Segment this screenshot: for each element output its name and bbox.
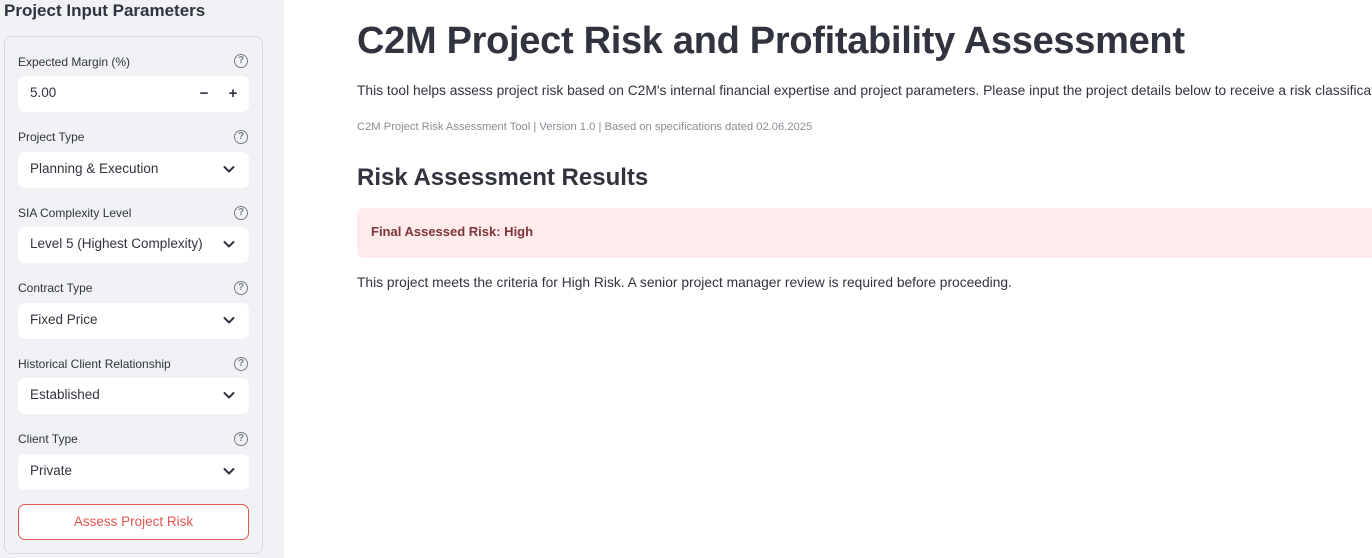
risk-alert: Final Assessed Risk: High <box>357 208 1372 258</box>
sidebar: Project Input Parameters Expected Margin… <box>0 0 284 558</box>
input-form: Expected Margin (%) ? 5.00 − + Project T… <box>4 36 263 554</box>
intro-text: This tool helps assess project risk base… <box>357 83 1372 98</box>
page-title: C2M Project Risk and Profitability Asses… <box>357 20 1185 62</box>
sia-complexity-select[interactable]: Level 5 (Highest Complexity) <box>18 227 249 263</box>
version-caption: C2M Project Risk Assessment Tool | Versi… <box>357 121 813 133</box>
contract-type-label: Contract Type <box>18 281 93 295</box>
result-message: This project meets the criteria for High… <box>357 275 1012 290</box>
assess-project-risk-button[interactable]: Assess Project Risk <box>18 504 249 540</box>
increment-button[interactable]: + <box>220 80 246 108</box>
expected-margin-input[interactable]: 5.00 − + <box>18 76 249 112</box>
help-circle-icon[interactable]: ? <box>234 357 248 371</box>
contract-type-select[interactable]: Fixed Price <box>18 303 249 339</box>
sidebar-title: Project Input Parameters <box>4 1 206 20</box>
help-circle-icon[interactable]: ? <box>234 206 248 220</box>
project-type-select[interactable]: Planning & Execution <box>18 152 249 188</box>
client-type-select[interactable]: Private <box>18 454 249 490</box>
client-relationship-value: Established <box>30 387 100 402</box>
help-circle-icon[interactable]: ? <box>234 432 248 446</box>
help-circle-icon[interactable]: ? <box>234 281 248 295</box>
sia-complexity-label: SIA Complexity Level <box>18 206 132 220</box>
project-type-label: Project Type <box>18 130 85 144</box>
client-relationship-select[interactable]: Established <box>18 378 249 414</box>
client-type-value: Private <box>30 463 73 478</box>
client-type-label: Client Type <box>18 432 78 446</box>
expected-margin-label: Expected Margin (%) <box>18 55 131 69</box>
expected-margin-value[interactable]: 5.00 <box>30 85 56 100</box>
chevron-down-icon <box>223 166 235 173</box>
client-relationship-label: Historical Client Relationship <box>18 357 171 371</box>
chevron-down-icon <box>223 392 235 399</box>
sia-complexity-value: Level 5 (Highest Complexity) <box>30 236 203 251</box>
decrement-button[interactable]: − <box>191 80 217 108</box>
contract-type-value: Fixed Price <box>30 312 98 327</box>
chevron-down-icon <box>223 241 235 248</box>
help-circle-icon[interactable]: ? <box>234 54 248 68</box>
chevron-down-icon <box>223 317 235 324</box>
help-circle-icon[interactable]: ? <box>234 130 248 144</box>
chevron-down-icon <box>223 468 235 475</box>
project-type-value: Planning & Execution <box>30 161 159 176</box>
results-heading: Risk Assessment Results <box>357 164 649 191</box>
main-content: C2M Project Risk and Profitability Asses… <box>357 0 1372 558</box>
risk-alert-text: Final Assessed Risk: High <box>371 224 534 239</box>
